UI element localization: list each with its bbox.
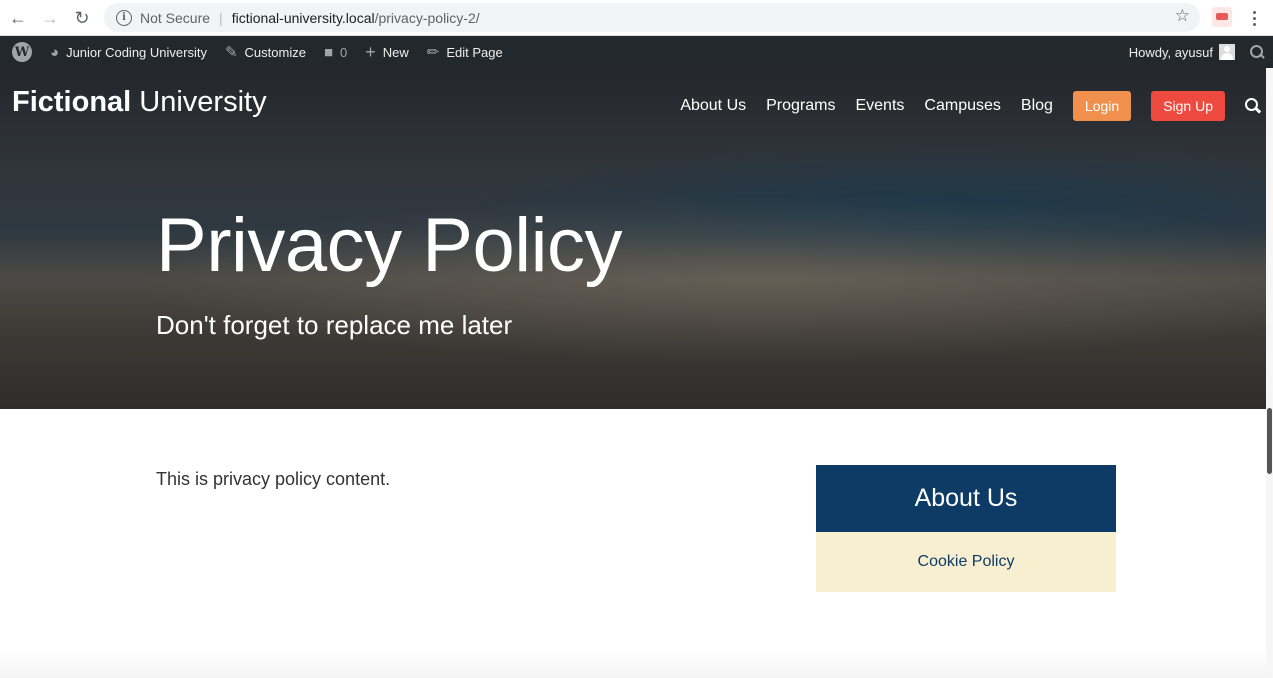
wp-admin-bar: W ◕ Junior Coding University ✎ Customize… bbox=[0, 36, 1273, 68]
comment-icon: ■ bbox=[323, 43, 334, 61]
page-content: This is privacy policy content. bbox=[156, 469, 391, 489]
comments-count: 0 bbox=[340, 44, 348, 60]
page-title: Privacy Policy bbox=[156, 203, 623, 288]
admin-customize-label: Customize bbox=[244, 44, 306, 60]
scrollbar-thumb[interactable] bbox=[1267, 408, 1272, 474]
address-bar[interactable]: i Not Secure | fictional-university.loca… bbox=[104, 3, 1200, 32]
signup-button[interactable]: Sign Up bbox=[1151, 91, 1225, 121]
nav-campuses[interactable]: Campuses bbox=[924, 97, 1000, 115]
search-icon[interactable] bbox=[1245, 98, 1261, 114]
pencil-icon: ✏ bbox=[426, 44, 440, 61]
admin-comments[interactable]: ■ 0 bbox=[315, 36, 356, 68]
admin-new-label: New bbox=[382, 44, 409, 60]
site-title-bold: Fictional bbox=[12, 86, 132, 118]
url-path: /privacy-policy-2/ bbox=[374, 9, 480, 26]
admin-search-icon[interactable] bbox=[1249, 44, 1265, 60]
address-divider: | bbox=[219, 9, 223, 26]
page-bottom-fade bbox=[0, 648, 1266, 678]
extension-icon[interactable] bbox=[1212, 7, 1232, 27]
browser-menu-icon[interactable] bbox=[1246, 6, 1262, 30]
login-button[interactable]: Login bbox=[1072, 91, 1132, 121]
info-icon[interactable]: i bbox=[116, 9, 132, 26]
admin-account[interactable]: Howdy, ayusuf bbox=[1120, 36, 1235, 68]
admin-edit-page-label: Edit Page bbox=[446, 44, 503, 60]
admin-customize[interactable]: ✎ Customize bbox=[216, 36, 315, 68]
main-navigation: About Us Programs Events Campuses Blog L… bbox=[680, 90, 1273, 122]
plus-icon: + bbox=[365, 41, 376, 62]
nav-blog[interactable]: Blog bbox=[1021, 97, 1053, 115]
browser-toolbar: ← → ↻ i Not Secure | fictional-universit… bbox=[0, 0, 1273, 36]
site-title-rest: University bbox=[131, 86, 267, 118]
admin-howdy: Howdy, ayusuf bbox=[1128, 44, 1213, 60]
nav-events[interactable]: Events bbox=[855, 97, 904, 115]
wp-logo-menu[interactable]: W bbox=[0, 36, 41, 68]
nav-programs[interactable]: Programs bbox=[766, 97, 835, 115]
security-label: Not Secure bbox=[140, 9, 211, 26]
url-host: fictional-university.local bbox=[231, 9, 375, 26]
site-logo[interactable]: Fictional University bbox=[12, 86, 267, 119]
sidebar-heading[interactable]: About Us bbox=[816, 465, 1116, 532]
admin-site-name[interactable]: ◕ Junior Coding University bbox=[41, 36, 216, 68]
page-banner: Fictional University About Us Programs E… bbox=[0, 68, 1273, 409]
brush-icon: ✎ bbox=[224, 44, 238, 61]
scrollbar-track[interactable] bbox=[1266, 68, 1273, 678]
page-subtitle: Don't forget to replace me later bbox=[156, 310, 513, 340]
bookmark-star-icon[interactable]: ☆ bbox=[1175, 6, 1190, 26]
forward-icon[interactable]: → bbox=[38, 6, 62, 30]
back-icon[interactable]: ← bbox=[6, 6, 30, 30]
page-links-sidebar: About Us Cookie Policy bbox=[816, 465, 1116, 592]
nav-about-us[interactable]: About Us bbox=[680, 97, 746, 115]
admin-new[interactable]: + New bbox=[356, 36, 418, 68]
reload-icon[interactable]: ↻ bbox=[70, 6, 94, 30]
wordpress-icon: W bbox=[12, 42, 32, 62]
sidebar-link-cookie-policy[interactable]: Cookie Policy bbox=[816, 532, 1116, 592]
dashboard-icon: ◕ bbox=[50, 43, 60, 61]
admin-site-name-label: Junior Coding University bbox=[66, 44, 207, 60]
avatar bbox=[1219, 44, 1235, 60]
admin-edit-page[interactable]: ✏ Edit Page bbox=[418, 36, 512, 68]
